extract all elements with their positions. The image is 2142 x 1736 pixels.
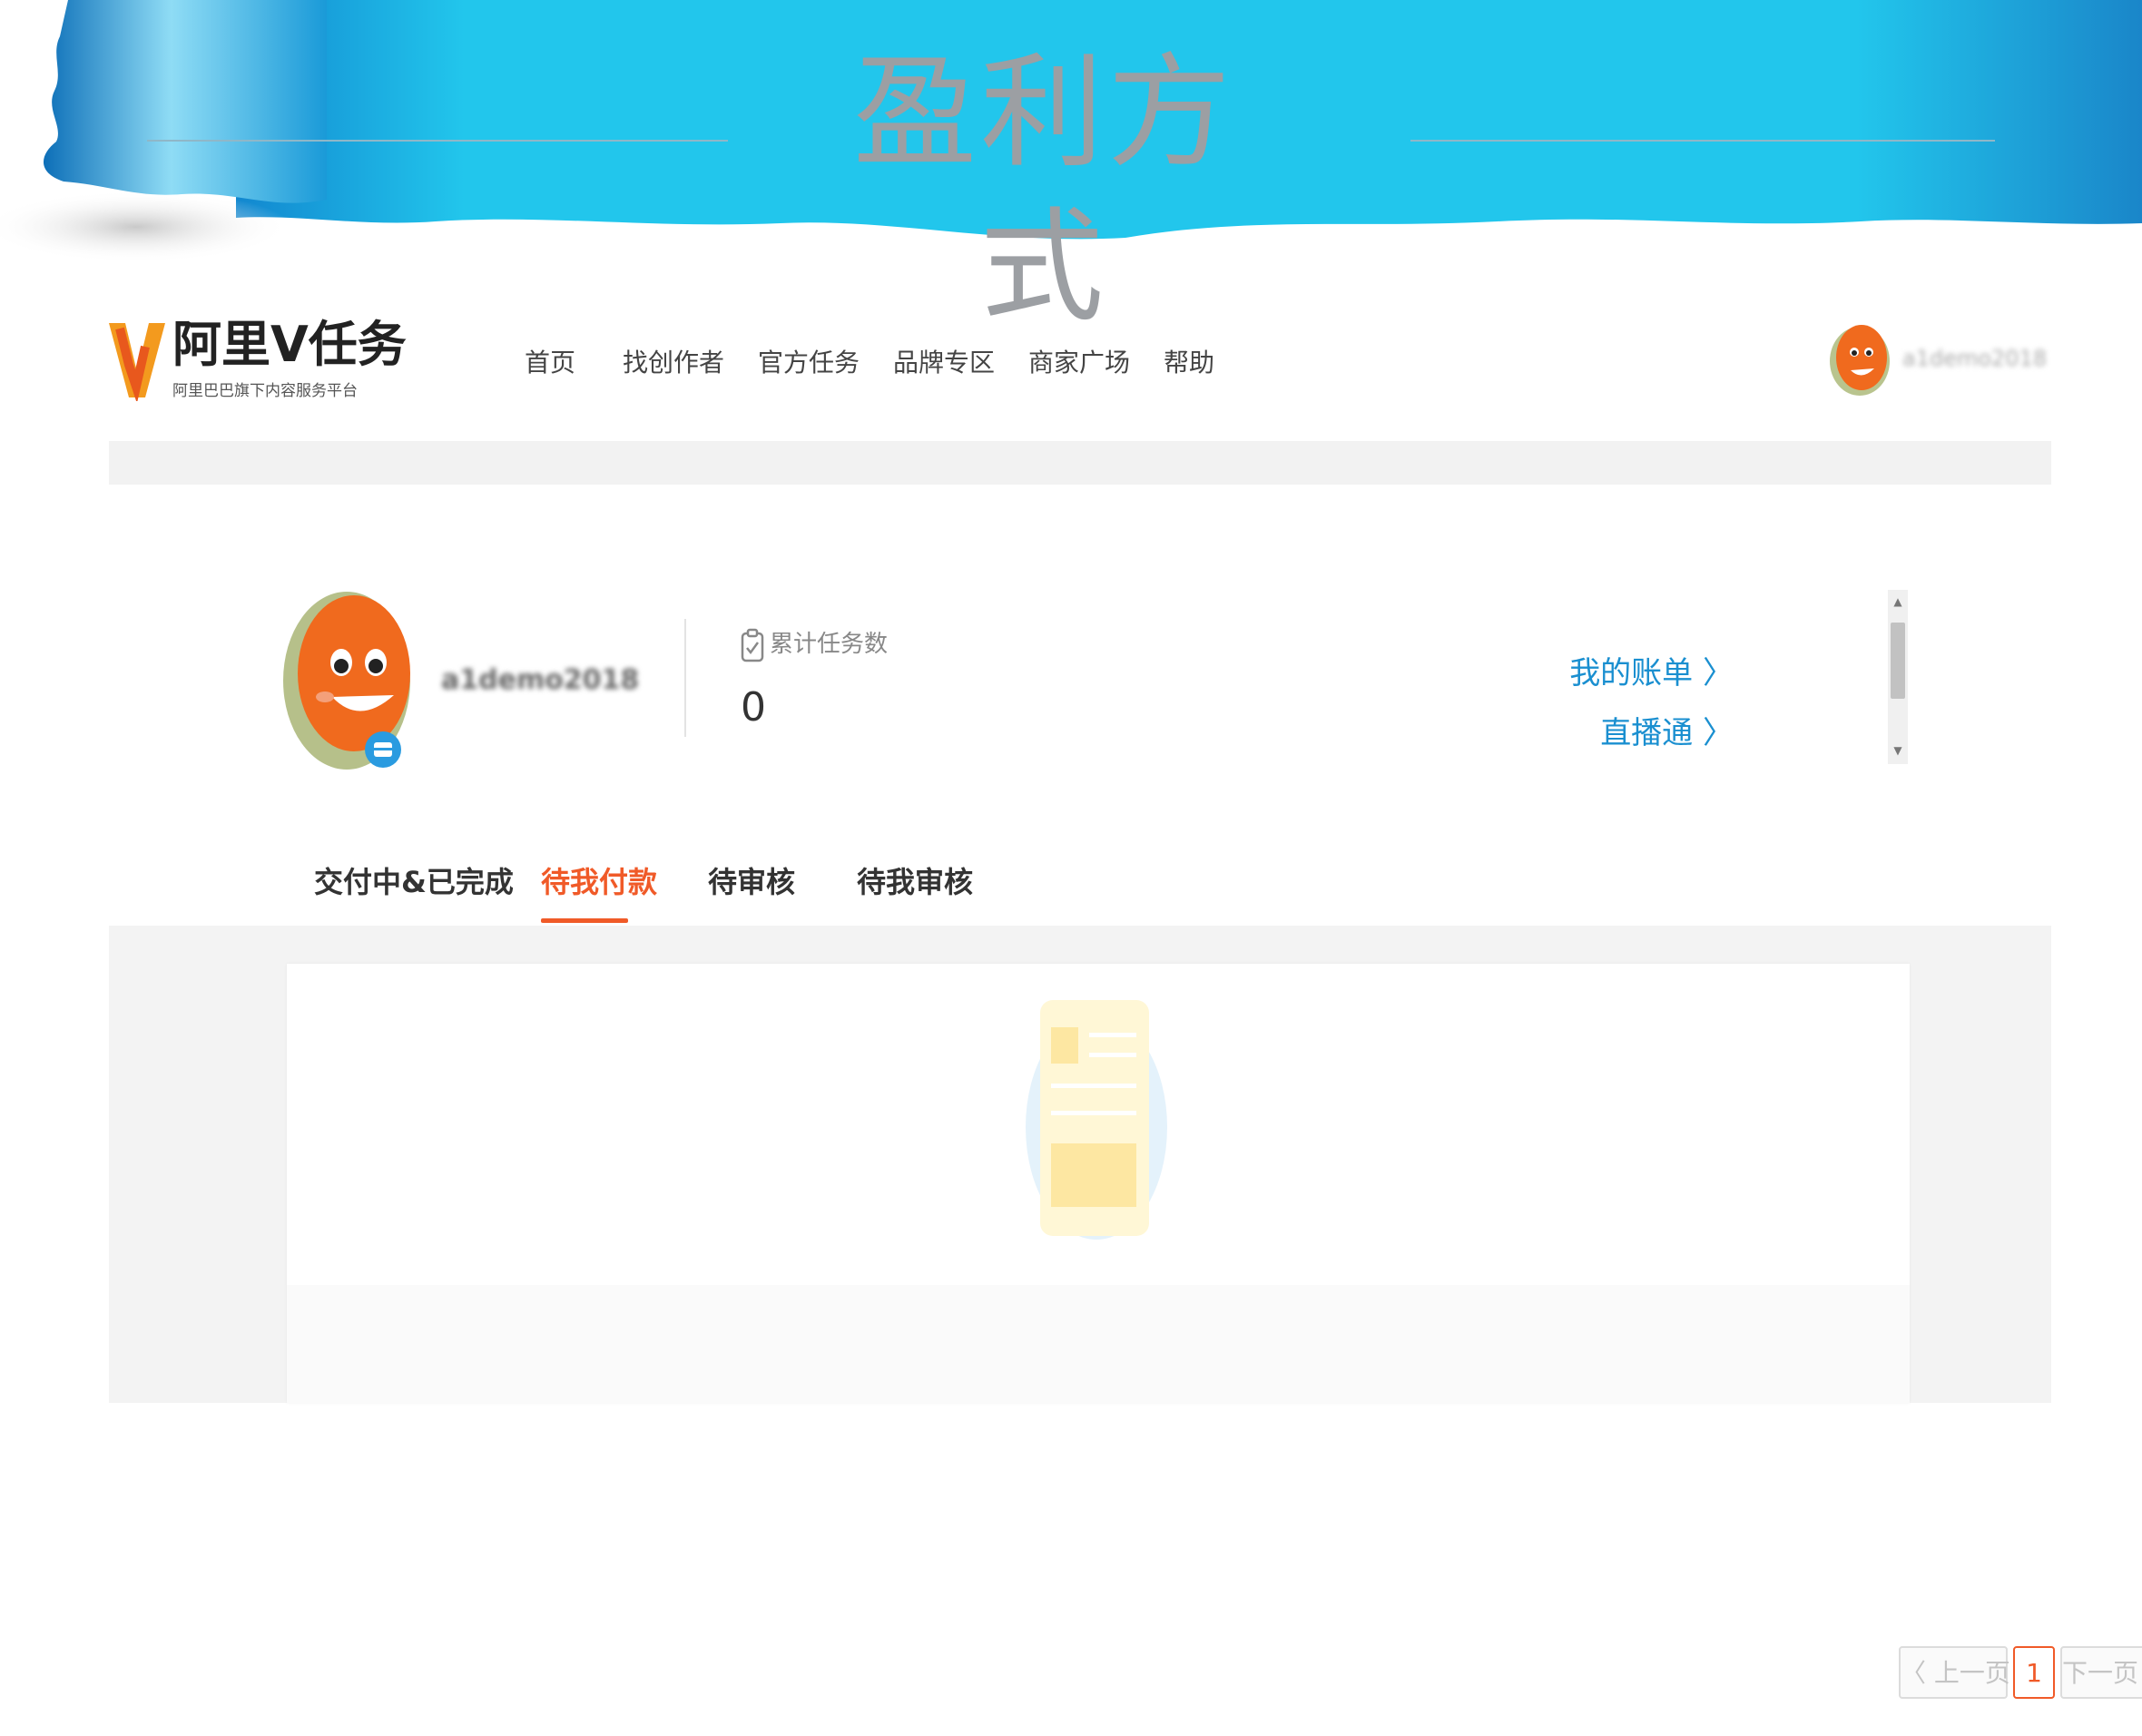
banner: 盈利方式 [0, 0, 2142, 339]
nav-link-help[interactable]: 帮助 [1164, 345, 1214, 381]
next-page-button[interactable]: 下一页 〉 [2060, 1646, 2142, 1699]
scroll-up-arrow-icon[interactable]: ▲ [1888, 593, 1908, 610]
tab-pending-my-payment[interactable]: 待我付款 [541, 853, 657, 911]
tab-pending-review[interactable]: 待审核 [708, 853, 795, 911]
nav-link-brand-zone[interactable]: 品牌专区 [893, 345, 995, 381]
banner-left-line [147, 140, 728, 142]
top-navbar: 阿里V任务 阿里巴巴旗下内容服务平台 首页 找创作者 官方任务 品牌专区 商家广… [109, 309, 2051, 417]
my-bill-link[interactable]: 我的账单 〉 [1569, 653, 1734, 693]
nav-link-find-creators[interactable]: 找创作者 [623, 345, 724, 381]
scroll-down-arrow-icon[interactable]: ▼ [1888, 742, 1908, 759]
prev-page-button[interactable]: 〈 上一页 [1899, 1646, 2010, 1699]
total-tasks-label-text: 累计任务数 [770, 631, 889, 658]
profile-username-blurred: a1demo2018 [441, 664, 640, 696]
total-tasks-value: 0 [741, 684, 766, 731]
profile-divider [684, 619, 686, 737]
orders-card: 〈 上一页 1 下一页 〉 [287, 964, 2142, 1699]
profile-panel: a1demo2018 累计任务数 0 我的账单 〉 直播通 〉 [281, 581, 1915, 780]
scroll-thumb[interactable] [1891, 623, 1905, 699]
tab-pending-my-review[interactable]: 待我审核 [857, 853, 973, 911]
live-link[interactable]: 直播通 〉 [1600, 713, 1734, 753]
profile-scrollbar[interactable]: ▲ ▼ [1888, 590, 1908, 764]
nav-link-official-tasks[interactable]: 官方任务 [758, 345, 860, 381]
tab-delivering-completed[interactable]: 交付中&已完成 [314, 853, 514, 911]
banner-right-line [1410, 140, 1995, 142]
user-avatar-icon[interactable] [1827, 316, 1892, 397]
banner-title: 盈利方式 [853, 42, 1234, 339]
v-logo-icon [109, 323, 165, 401]
active-tab-underline [541, 918, 628, 923]
page-1-button[interactable]: 1 [2013, 1646, 2055, 1699]
nav-link-merchant-square[interactable]: 商家广场 [1028, 345, 1130, 381]
order-tabs: 交付中&已完成 待我付款 待审核 待我审核 [0, 853, 2142, 926]
logo-name: 阿里V任务 [172, 316, 407, 373]
nav-link-home[interactable]: 首页 [525, 345, 575, 381]
nav-separator-strip [109, 441, 2051, 485]
empty-list-illustration-icon [1026, 1000, 1167, 1240]
card-footer: 〈 上一页 1 下一页 〉 [287, 1285, 2142, 1699]
logo-tagline: 阿里巴巴旗下内容服务平台 [172, 382, 358, 400]
site-logo[interactable]: 阿里V任务 阿里巴巴旗下内容服务平台 [109, 309, 407, 417]
total-tasks-label: 累计任务数 [741, 626, 888, 662]
profile-avatar-icon [283, 592, 410, 770]
username-blurred[interactable]: a1demo2018 [1902, 345, 2047, 372]
